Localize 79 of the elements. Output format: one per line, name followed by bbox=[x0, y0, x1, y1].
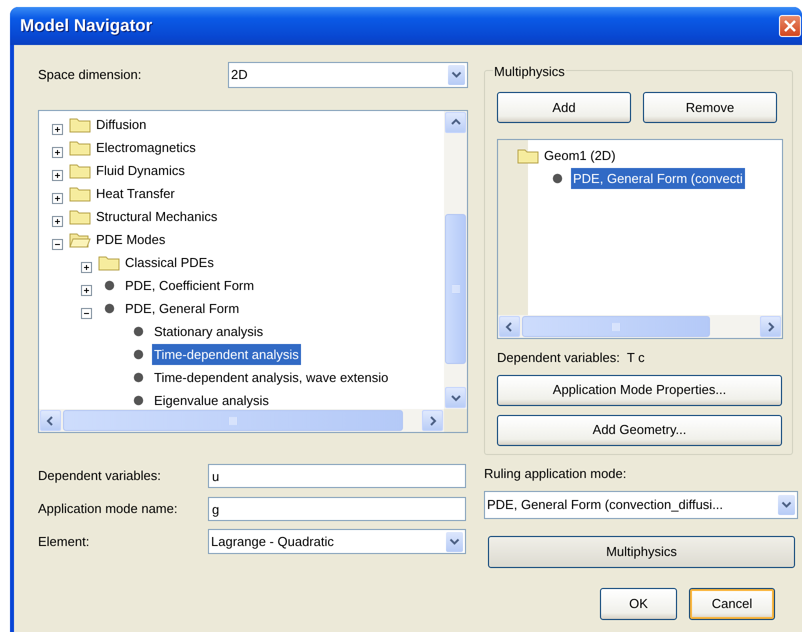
tree-item[interactable]: Stationary analysis bbox=[152, 320, 266, 342]
bullet-icon bbox=[104, 280, 114, 291]
bullet-icon bbox=[132, 326, 144, 337]
tree-item[interactable]: Geom1 (2D) bbox=[542, 144, 618, 166]
close-icon bbox=[783, 19, 797, 33]
scroll-left-button[interactable] bbox=[40, 410, 61, 431]
tree-item[interactable]: Electromagnetics bbox=[94, 136, 198, 158]
dropdown-button[interactable] bbox=[778, 494, 795, 514]
expand-icon[interactable] bbox=[81, 262, 92, 274]
bullet-icon bbox=[132, 372, 144, 383]
scrollbar-corner bbox=[444, 409, 467, 432]
group-button[interactable]: Add bbox=[497, 92, 631, 123]
scroll-up-button[interactable] bbox=[445, 112, 466, 133]
window-title: Model Navigator bbox=[20, 15, 152, 38]
chevron-down-icon bbox=[781, 500, 792, 508]
mode-name-field[interactable]: g bbox=[208, 497, 466, 521]
element-dropdown[interactable]: Lagrange - Quadratic bbox=[208, 529, 466, 554]
dependent-variables-text: Dependent variables: T c bbox=[497, 349, 646, 367]
bullet-icon bbox=[104, 303, 114, 314]
collapse-icon[interactable] bbox=[81, 308, 92, 320]
multiphysics-button[interactable]: Multiphysics bbox=[488, 536, 795, 568]
close-button[interactable] bbox=[779, 15, 801, 37]
expand-icon[interactable] bbox=[52, 216, 63, 228]
scrollbar-thumb[interactable] bbox=[63, 410, 403, 431]
tree-item[interactable]: PDE Modes bbox=[94, 228, 168, 250]
action-button[interactable]: Application Mode Properties... bbox=[497, 374, 782, 406]
tree-item[interactable]: Time-dependent analysis bbox=[152, 344, 301, 366]
dropdown-button[interactable] bbox=[446, 532, 463, 552]
action-button[interactable]: Add Geometry... bbox=[497, 414, 782, 446]
scroll-left-button[interactable] bbox=[499, 316, 520, 337]
tree-item[interactable]: Diffusion bbox=[94, 114, 148, 136]
chevron-down-icon bbox=[449, 538, 460, 546]
folder-icon bbox=[69, 208, 91, 225]
tree-item[interactable]: Structural Mechanics bbox=[94, 206, 220, 228]
group-button[interactable]: Remove bbox=[643, 92, 777, 123]
grip-icon bbox=[452, 285, 460, 293]
bullet-icon bbox=[552, 173, 562, 184]
tree-item[interactable]: Fluid Dynamics bbox=[94, 160, 187, 182]
tree-item[interactable]: PDE, General Form (convecti bbox=[571, 168, 745, 190]
field-label: Element: bbox=[38, 532, 90, 551]
field-label: Application mode name: bbox=[38, 500, 178, 518]
folder-icon bbox=[69, 139, 91, 156]
chevron-down-icon bbox=[451, 71, 462, 79]
field-label: Dependent variables: bbox=[38, 467, 162, 486]
dimension-dropdown[interactable]: 2D bbox=[228, 62, 468, 88]
folder-icon bbox=[98, 254, 120, 271]
dropdown-button[interactable] bbox=[448, 65, 465, 85]
collapse-icon[interactable] bbox=[52, 239, 63, 250]
expand-icon[interactable] bbox=[52, 147, 63, 158]
open-folder-icon bbox=[69, 231, 91, 248]
expand-icon[interactable] bbox=[52, 124, 63, 136]
folder-icon bbox=[69, 116, 91, 133]
expand-icon[interactable] bbox=[81, 285, 92, 296]
folder-icon bbox=[517, 147, 539, 164]
expand-icon[interactable] bbox=[52, 193, 63, 204]
scroll-down-button[interactable] bbox=[445, 387, 466, 408]
dependent-variables-field[interactable]: u bbox=[208, 464, 466, 488]
grip-icon bbox=[612, 322, 620, 330]
grip-icon bbox=[229, 416, 237, 424]
expand-icon[interactable] bbox=[52, 170, 63, 182]
tree-item[interactable]: Classical PDEs bbox=[123, 252, 216, 274]
dialog-button[interactable]: Cancel bbox=[689, 588, 775, 620]
bullet-icon bbox=[132, 395, 144, 406]
scroll-right-button[interactable] bbox=[422, 410, 443, 431]
tree-item[interactable]: PDE, General Form bbox=[123, 298, 242, 320]
folder-icon bbox=[69, 162, 91, 179]
folder-icon bbox=[69, 185, 91, 202]
field-label: Ruling application mode: bbox=[484, 465, 628, 483]
bullet-icon bbox=[132, 349, 144, 360]
tree-item[interactable]: Eigenvalue analysis bbox=[152, 390, 271, 409]
scroll-right-button[interactable] bbox=[760, 316, 781, 337]
ruling-mode-dropdown[interactable]: PDE, General Form (convection_diffusi... bbox=[484, 490, 798, 518]
tree-item[interactable]: PDE, Coefficient Form bbox=[123, 274, 256, 296]
tree-item[interactable]: Heat Transfer bbox=[94, 182, 177, 204]
scrollbar-thumb[interactable] bbox=[445, 214, 466, 364]
field-label: Space dimension: bbox=[38, 66, 142, 84]
dialog-button[interactable]: OK bbox=[600, 588, 677, 620]
scrollbar-thumb[interactable] bbox=[522, 316, 710, 337]
tree-item[interactable]: Time-dependent analysis, wave extensio bbox=[152, 366, 390, 388]
